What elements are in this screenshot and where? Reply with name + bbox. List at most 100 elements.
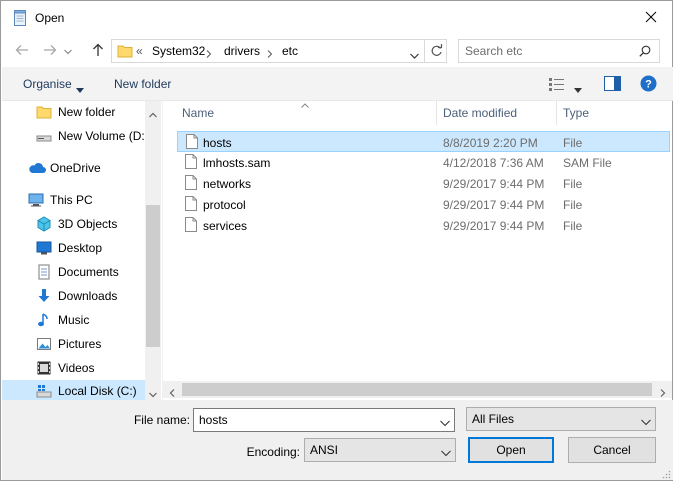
sidebar-item-onedrive[interactable]: OneDrive (2, 157, 146, 179)
documents-icon (36, 264, 52, 280)
arrow-right-icon (43, 44, 57, 59)
scrollbar-thumb[interactable] (182, 383, 652, 396)
sidebar-item-new-volume[interactable]: New Volume (D:) (2, 125, 146, 147)
sidebar-item-label: 3D Objects (58, 217, 118, 231)
view-dropdown-icon[interactable] (574, 82, 582, 96)
encoding-select[interactable]: ANSI (304, 438, 456, 462)
scroll-down-icon[interactable] (149, 387, 157, 401)
file-row-hosts[interactable]: hosts 8/8/2019 2:20 PM File (177, 131, 670, 152)
drive-icon (36, 128, 52, 144)
filename-field[interactable]: hosts (193, 408, 455, 432)
organise-menu[interactable]: Organise (23, 77, 72, 91)
preview-pane-icon[interactable] (604, 76, 621, 94)
recent-locations-button[interactable] (61, 40, 75, 62)
sidebar-item-documents[interactable]: Documents (2, 261, 146, 283)
sidebar-item-3d-objects[interactable]: 3D Objects (2, 213, 146, 235)
cancel-button[interactable]: Cancel (568, 437, 656, 463)
pane-divider (162, 101, 163, 400)
file-date: 9/29/2017 9:44 PM (443, 219, 545, 233)
sidebar-item-label: New Volume (D:) (58, 129, 146, 143)
sidebar-item-pictures[interactable]: Pictures (2, 333, 146, 355)
encoding-label: Encoding: (246, 445, 300, 459)
search-input[interactable] (465, 43, 635, 59)
horizontal-scrollbar[interactable] (163, 381, 672, 398)
scroll-up-icon[interactable] (149, 107, 157, 121)
sidebar-item-local-disk[interactable]: Local Disk (C:) (2, 380, 146, 400)
sort-ascending-icon (301, 97, 309, 111)
chevron-down-icon (441, 446, 451, 457)
file-type: File (563, 198, 583, 212)
address-divider (424, 40, 425, 62)
arrow-up-icon (92, 43, 104, 60)
file-type-filter[interactable]: All Files (466, 407, 656, 431)
column-header-name[interactable]: Name (182, 106, 214, 120)
file-type: File (563, 136, 583, 150)
filename-value: hosts (199, 413, 228, 427)
file-type: SAM File (563, 156, 612, 170)
up-button[interactable] (87, 40, 109, 62)
chevron-down-icon (64, 44, 72, 58)
sidebar-item-this-pc[interactable]: This PC (2, 189, 146, 211)
file-row-protocol[interactable]: protocol 9/29/2017 9:44 PM File (177, 194, 670, 215)
help-icon[interactable]: ? (640, 75, 657, 95)
sidebar-item-label: Downloads (58, 289, 118, 303)
file-name: hosts (203, 136, 232, 150)
breadcrumb-overflow[interactable]: « (136, 44, 143, 58)
arrow-left-icon (15, 44, 29, 59)
file-row-networks[interactable]: networks 9/29/2017 9:44 PM File (177, 173, 670, 194)
sidebar-item-label: Videos (58, 361, 95, 375)
breadcrumb-drivers[interactable]: drivers (224, 44, 260, 58)
sidebar-item-new-folder[interactable]: New folder (2, 101, 146, 123)
back-button[interactable] (11, 40, 33, 62)
sidebar-item-label: Pictures (58, 337, 102, 351)
column-header-row: Name Date modified Type (163, 101, 673, 125)
file-row-lmhosts[interactable]: lmhosts.sam 4/12/2018 7:36 AM SAM File (177, 152, 670, 173)
new-folder-button[interactable]: New folder (114, 77, 171, 91)
file-date: 4/12/2018 7:36 AM (443, 156, 544, 170)
navigation-pane: New folder New Volume (D:) OneDrive This… (2, 101, 160, 400)
sidebar-item-desktop[interactable]: Desktop (2, 237, 146, 259)
scroll-right-icon[interactable] (660, 386, 666, 400)
file-icon (185, 175, 197, 190)
search-box[interactable] (458, 39, 660, 63)
refresh-icon[interactable] (430, 44, 443, 61)
open-button[interactable]: Open (468, 437, 554, 463)
resize-grip-icon[interactable] (661, 468, 671, 479)
file-name: protocol (203, 198, 246, 212)
column-separator[interactable] (436, 101, 437, 125)
file-icon (185, 196, 197, 211)
sidebar-item-label: Local Disk (C:) (58, 384, 137, 398)
sidebar-item-label: This PC (50, 193, 93, 207)
column-header-type[interactable]: Type (563, 106, 589, 120)
file-type: File (563, 177, 583, 191)
file-icon (185, 154, 197, 169)
address-bar[interactable]: « System32 drivers etc (111, 39, 447, 63)
breadcrumb-system32[interactable]: System32 (152, 44, 205, 58)
filename-label: File name: (133, 413, 190, 427)
chevron-down-icon[interactable] (440, 416, 450, 427)
sidebar-item-videos[interactable]: Videos (2, 357, 146, 379)
file-icon (185, 217, 197, 232)
sidebar-item-label: New folder (58, 105, 116, 119)
address-dropdown-icon[interactable] (410, 48, 419, 62)
desktop-icon (36, 240, 52, 256)
file-row-services[interactable]: services 9/29/2017 9:44 PM File (177, 215, 670, 236)
navigation-scrollbar[interactable] (145, 101, 161, 400)
folder-icon (117, 43, 133, 62)
breadcrumb-etc[interactable]: etc (282, 44, 298, 58)
caret-down-icon (76, 82, 84, 96)
forward-button[interactable] (39, 40, 61, 62)
column-header-date[interactable]: Date modified (443, 106, 517, 120)
column-separator[interactable] (556, 101, 557, 125)
search-icon[interactable] (639, 45, 651, 60)
sidebar-item-music[interactable]: Music (2, 309, 146, 331)
notepad-icon (13, 10, 27, 26)
scroll-left-icon[interactable] (169, 386, 175, 400)
file-type: File (563, 219, 583, 233)
sidebar-item-downloads[interactable]: Downloads (2, 285, 146, 307)
view-options-icon[interactable] (549, 77, 565, 94)
3d-objects-icon (36, 216, 52, 232)
footer-panel: File name: hosts All Files Encoding: ANS… (2, 400, 673, 480)
scrollbar-thumb[interactable] (146, 205, 160, 347)
close-button[interactable] (638, 7, 664, 29)
